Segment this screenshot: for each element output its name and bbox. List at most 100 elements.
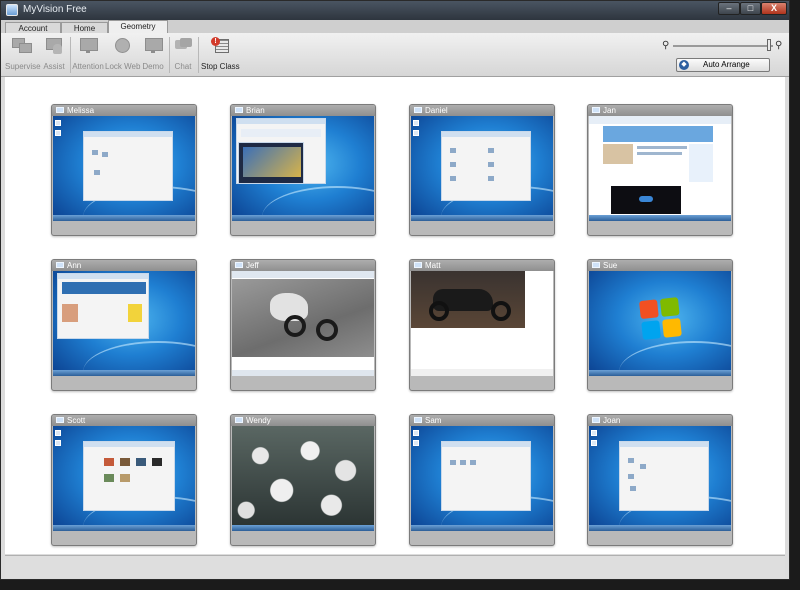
student-name: Wendy <box>246 416 271 425</box>
ribbon-tabs: Account Home Geometry <box>1 20 789 34</box>
zoom-slider-thumb[interactable] <box>767 39 771 51</box>
demo-monitor-icon <box>143 37 163 55</box>
student-name: Matt <box>425 261 441 270</box>
student-name: Scott <box>67 416 86 425</box>
screen-preview <box>589 426 731 531</box>
title-bar[interactable]: MyVision Free – □ X <box>1 1 789 20</box>
stop-class-icon: ! <box>209 37 229 55</box>
monitor-icon <box>592 107 600 113</box>
student-grid: Melissa Brian Daniel Jan Ann Jeff Matt S… <box>5 77 785 554</box>
thumbnail-header: Jan <box>588 105 732 116</box>
monitor-icon <box>235 417 243 423</box>
supervise-label: Supervise <box>5 62 41 71</box>
student-thumbnail-sue[interactable]: Sue <box>587 259 733 391</box>
thumbnail-header: Matt <box>410 260 554 271</box>
student-name: Jeff <box>246 261 259 270</box>
student-thumbnail-daniel[interactable]: Daniel <box>409 104 555 236</box>
screen-preview <box>589 271 731 376</box>
app-window: MyVision Free – □ X Account Home Geometr… <box>0 0 790 580</box>
thumbnail-header: Jeff <box>231 260 375 271</box>
monitor-icon <box>56 107 64 113</box>
stop-class-button[interactable]: ! Stop Class <box>201 37 240 75</box>
screen-preview <box>589 116 731 221</box>
monitor-icon <box>414 107 422 113</box>
lock-web-button[interactable]: Lock Web <box>105 37 141 75</box>
monitor-icon <box>592 262 600 268</box>
student-name: Daniel <box>425 106 448 115</box>
student-thumbnail-jeff[interactable]: Jeff <box>230 259 376 391</box>
thumbnail-header: Sam <box>410 415 554 426</box>
zoom-slider[interactable] <box>673 45 773 47</box>
monitor-icon <box>235 107 243 113</box>
demo-button[interactable]: Demo <box>136 37 170 75</box>
monitor-icon <box>56 417 64 423</box>
attention-button[interactable]: Attention <box>71 37 105 75</box>
window-title: MyVision Free <box>23 4 87 15</box>
lock-web-label: Lock Web <box>105 62 141 71</box>
student-name: Brian <box>246 106 265 115</box>
student-name: Sue <box>603 261 618 270</box>
auto-arrange-label: Auto Arrange <box>703 60 750 69</box>
thumbnail-header: Scott <box>52 415 196 426</box>
zoom-out-icon[interactable]: ⚲ <box>662 40 669 51</box>
screen-preview <box>232 271 374 376</box>
chat-bubble-icon <box>173 37 193 55</box>
chat-button[interactable]: Chat <box>166 37 200 75</box>
app-icon <box>6 4 18 16</box>
screen-preview <box>232 426 374 531</box>
student-thumbnail-matt[interactable]: Matt <box>409 259 555 391</box>
supervise-button[interactable]: Supervise <box>5 37 41 75</box>
attention-monitor-icon <box>78 37 98 55</box>
status-bar <box>5 555 785 578</box>
screen-preview <box>411 426 553 531</box>
tab-geometry[interactable]: Geometry <box>108 20 168 34</box>
close-button[interactable]: X <box>761 2 787 15</box>
arrange-arrow-icon: ◆ <box>679 60 689 70</box>
assist-hand-icon <box>44 37 64 55</box>
student-thumbnail-joan[interactable]: Joan <box>587 414 733 546</box>
screen-preview <box>53 271 195 376</box>
student-name: Ann <box>67 261 82 270</box>
ribbon-separator <box>198 37 199 73</box>
student-name: Joan <box>603 416 621 425</box>
thumbnail-header: Joan <box>588 415 732 426</box>
monitor-icon <box>414 417 422 423</box>
student-thumbnail-scott[interactable]: Scott <box>51 414 197 546</box>
ribbon-toolbar: Supervise Assist Attention Lock Web Demo <box>1 33 789 77</box>
student-thumbnail-jan[interactable]: Jan <box>587 104 733 236</box>
thumbnail-header: Ann <box>52 260 196 271</box>
maximize-button[interactable]: □ <box>740 2 761 15</box>
screen-preview <box>411 271 553 376</box>
stop-class-label: Stop Class <box>201 62 240 71</box>
screen-preview <box>232 116 374 221</box>
assist-button[interactable]: Assist <box>37 37 71 75</box>
demo-label: Demo <box>142 62 164 71</box>
student-thumbnail-wendy[interactable]: Wendy <box>230 414 376 546</box>
lock-web-globe-icon <box>112 37 132 55</box>
chat-label: Chat <box>174 62 192 71</box>
monitor-icon <box>414 262 422 268</box>
thumbnail-header: Daniel <box>410 105 554 116</box>
screen-preview <box>53 116 195 221</box>
attention-label: Attention <box>72 62 104 71</box>
screen-preview <box>53 426 195 531</box>
windows-logo-icon <box>639 297 683 341</box>
student-name: Jan <box>603 106 616 115</box>
student-name: Melissa <box>67 106 95 115</box>
minimize-button[interactable]: – <box>718 2 740 15</box>
thumbnail-header: Sue <box>588 260 732 271</box>
monitor-icon <box>592 417 600 423</box>
supervise-icon <box>12 37 32 55</box>
zoom-in-icon[interactable]: ⚲ <box>775 40 782 51</box>
thumbnail-header: Wendy <box>231 415 375 426</box>
auto-arrange-button[interactable]: ◆ Auto Arrange <box>676 58 770 72</box>
student-thumbnail-brian[interactable]: Brian <box>230 104 376 236</box>
student-thumbnail-melissa[interactable]: Melissa <box>51 104 197 236</box>
monitor-icon <box>235 262 243 268</box>
student-thumbnail-ann[interactable]: Ann <box>51 259 197 391</box>
student-name: Sam <box>425 416 442 425</box>
assist-label: Assist <box>43 62 65 71</box>
student-thumbnail-sam[interactable]: Sam <box>409 414 555 546</box>
thumbnail-header: Brian <box>231 105 375 116</box>
monitor-icon <box>56 262 64 268</box>
